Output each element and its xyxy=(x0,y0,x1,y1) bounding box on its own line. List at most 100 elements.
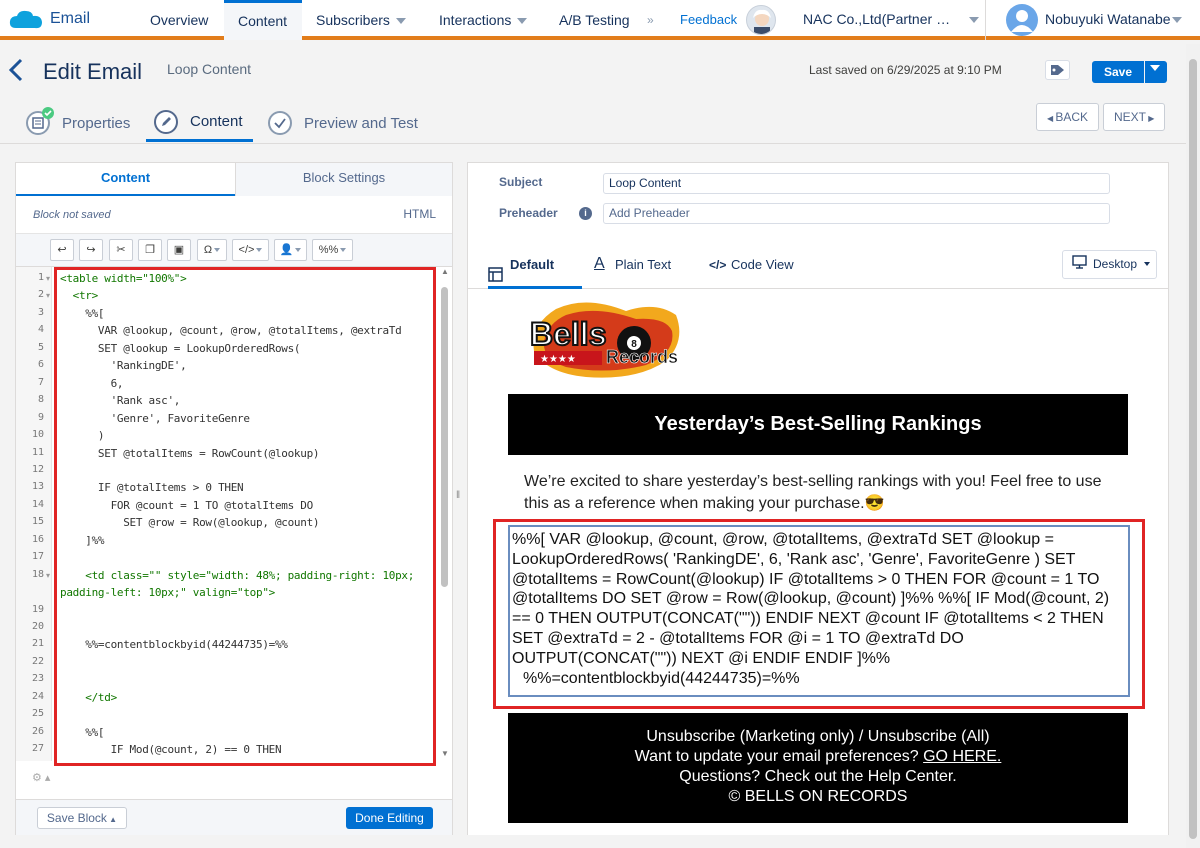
line-number: 23 xyxy=(31,673,44,685)
tab-plain-text[interactable]: A Plain Text xyxy=(594,245,671,289)
user-name[interactable]: Nobuyuki Watanabe xyxy=(1045,11,1171,27)
tab-default[interactable]: Default xyxy=(488,245,582,289)
line-number: 7 xyxy=(37,376,44,388)
tab-content[interactable]: Content xyxy=(16,163,235,196)
help-center-text: Questions? Check out the Help Center. xyxy=(679,768,957,785)
redo-button[interactable]: ↪ xyxy=(79,239,103,261)
copy-button[interactable]: ❐ xyxy=(138,239,162,261)
email-footer: Unsubscribe (Marketing only) / Unsubscri… xyxy=(508,713,1128,823)
editor-footer: Save Block ▲ Done Editing xyxy=(16,799,452,835)
editor-scrollbar[interactable] xyxy=(440,273,449,757)
check-icon xyxy=(268,111,292,135)
email-intro-text: We’re excited to share yesterday’s best-… xyxy=(524,473,1102,512)
save-options-button[interactable] xyxy=(1145,61,1167,83)
special-char-button[interactable]: Ω xyxy=(197,239,227,261)
last-saved-text: Last saved on 6/29/2025 at 9:10 PM xyxy=(809,63,1002,77)
step-content[interactable]: Content xyxy=(146,104,253,142)
scissors-icon: ✂ xyxy=(116,244,126,256)
line-number: 19 xyxy=(31,603,44,615)
line-number: 11 xyxy=(31,446,44,458)
done-editing-button[interactable]: Done Editing xyxy=(346,807,433,829)
go-here-link[interactable]: GO HERE. xyxy=(923,748,1001,765)
check-badge-icon xyxy=(42,107,54,119)
save-button[interactable]: Save xyxy=(1092,61,1144,83)
paste-icon: ▣ xyxy=(173,244,185,256)
step-properties-label: Properties xyxy=(62,114,131,132)
line-number: 8 xyxy=(37,394,44,406)
save-block-button[interactable]: Save Block ▲ xyxy=(37,807,127,829)
next-button[interactable]: NEXT ▶ xyxy=(1103,103,1166,131)
nav-content[interactable]: Content xyxy=(224,0,302,40)
highlight-box-preview xyxy=(493,519,1145,709)
user-avatar[interactable] xyxy=(1006,4,1038,36)
line-number: 6 xyxy=(37,359,44,371)
info-icon[interactable]: i xyxy=(579,207,592,220)
step-preview-test[interactable]: Preview and Test xyxy=(268,104,418,142)
salesforce-cloud-icon[interactable] xyxy=(8,8,44,32)
fold-toggle-icon[interactable]: ▾ xyxy=(46,291,50,300)
feedback-link[interactable]: Feedback xyxy=(680,12,737,27)
cut-button[interactable]: ✂ xyxy=(109,239,133,261)
person-icon: 👤 xyxy=(279,244,294,256)
editor-scroll-thumb[interactable] xyxy=(441,287,448,587)
line-number: 22 xyxy=(31,655,44,667)
chevron-down-icon[interactable] xyxy=(1172,17,1182,23)
subject-input[interactable]: Loop Content xyxy=(603,173,1110,194)
ampscript-button[interactable]: %% xyxy=(312,239,353,261)
block-tabs: Content Block Settings xyxy=(16,163,452,196)
preferences-text: Want to update your email preferences? xyxy=(634,748,924,765)
chevron-down-icon[interactable] xyxy=(969,17,979,23)
device-select[interactable]: Desktop xyxy=(1062,250,1157,279)
tab-block-settings[interactable]: Block Settings xyxy=(235,163,452,196)
nav-overview[interactable]: Overview xyxy=(150,0,208,40)
paste-button[interactable]: ▣ xyxy=(167,239,191,261)
page-scrollbar[interactable] xyxy=(1186,44,1200,848)
redo-icon: ↪ xyxy=(86,244,96,256)
einstein-avatar-icon[interactable] xyxy=(746,5,776,35)
editor-toolbar: ↩ ↪ ✂ ❐ ▣ Ω </> 👤 %% xyxy=(16,233,452,267)
preferences-line: Want to update your email preferences? G… xyxy=(508,747,1128,767)
chevron-down-icon xyxy=(1150,65,1160,72)
preheader-input[interactable]: Add Preheader xyxy=(603,203,1110,224)
resize-handle-icon[interactable]: ‖ xyxy=(456,490,460,501)
line-number: 24 xyxy=(31,690,44,702)
omega-icon: Ω xyxy=(203,244,213,256)
nav-ab-testing[interactable]: A/B Testing xyxy=(559,0,630,40)
scroll-down-icon[interactable]: ▼ xyxy=(441,749,449,758)
nav-interactions[interactable]: Interactions xyxy=(439,0,528,40)
settings-gear-icon[interactable]: ⚙ ▴ xyxy=(32,771,50,784)
back-arrow-icon[interactable] xyxy=(8,58,24,89)
personalization-button[interactable]: 👤 xyxy=(274,239,307,261)
scroll-up-icon[interactable]: ▲ xyxy=(441,267,449,276)
line-number: 14 xyxy=(31,498,44,510)
app-name[interactable]: Email xyxy=(50,10,90,28)
line-number: 1 xyxy=(37,272,44,283)
nav-subscribers-label: Subscribers xyxy=(316,12,390,28)
page-scroll-thumb[interactable] xyxy=(1189,59,1197,839)
triangle-right-icon: ▶ xyxy=(1146,114,1155,123)
tag-icon xyxy=(1051,65,1064,75)
tag-button[interactable] xyxy=(1045,60,1070,80)
wizard-steps: Properties Content Preview and Test xyxy=(0,96,1186,144)
line-number: 13 xyxy=(31,481,44,493)
tab-code-view-label: Code View xyxy=(731,257,794,272)
tab-default-label: Default xyxy=(510,257,555,272)
line-number: 16 xyxy=(31,533,44,545)
logo-word-records: Records xyxy=(606,347,678,367)
step-properties[interactable]: Properties xyxy=(26,104,130,142)
unsubscribe-links[interactable]: Unsubscribe (Marketing only) / Unsubscri… xyxy=(508,727,1128,747)
subject-label: Subject xyxy=(499,175,543,189)
fold-toggle-icon[interactable]: ▾ xyxy=(46,571,50,580)
properties-icon xyxy=(26,107,54,135)
undo-button[interactable]: ↩ xyxy=(50,239,74,261)
pencil-icon xyxy=(154,109,178,134)
email-canvas: 8 Bells ★★★★ Records Yesterday’s Best-Se… xyxy=(468,289,1168,835)
nav-subscribers[interactable]: Subscribers xyxy=(316,0,406,40)
panel-divider[interactable]: ‖ xyxy=(453,162,467,835)
copyright-text: © BELLS ON RECORDS xyxy=(728,788,908,805)
tab-code-view[interactable]: </> Code View xyxy=(709,245,794,289)
code-snippet-button[interactable]: </> xyxy=(232,239,269,261)
back-button[interactable]: ◀ BACK xyxy=(1036,103,1100,131)
fold-toggle-icon[interactable]: ▾ xyxy=(46,274,50,283)
business-unit-name[interactable]: NAC Co.,Ltd(Partner M... xyxy=(803,11,958,27)
